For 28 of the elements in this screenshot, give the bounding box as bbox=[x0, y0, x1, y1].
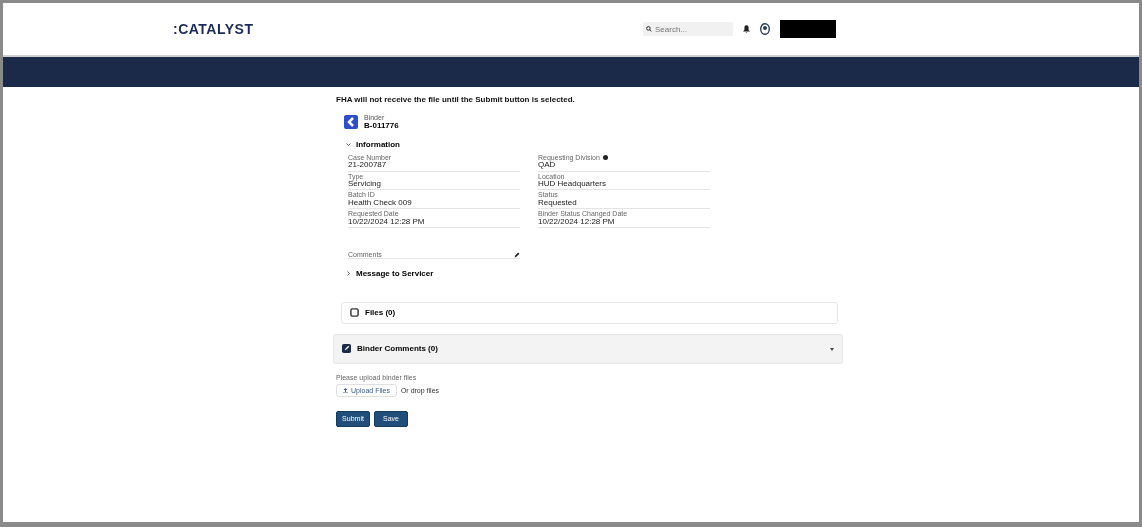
record-title: B-011776 bbox=[364, 121, 399, 130]
card-title: Binder Comments (0) bbox=[357, 344, 438, 354]
chevron-icon[interactable] bbox=[346, 270, 351, 276]
field-value: Health Check 009 bbox=[348, 198, 413, 208]
field-value: 10/22/2024 12:28 PM bbox=[538, 217, 616, 226]
field-value: Servicing bbox=[348, 180, 382, 189]
avatar-icon[interactable] bbox=[760, 23, 770, 35]
section-title: Information bbox=[356, 140, 400, 149]
edit-note-icon bbox=[342, 344, 351, 354]
card-title: Files (0) bbox=[365, 308, 396, 318]
upload-icon bbox=[343, 387, 348, 393]
search-icon bbox=[646, 26, 652, 32]
file-icon bbox=[350, 308, 359, 318]
redaction-box bbox=[780, 20, 836, 38]
field-value: 21-200787 bbox=[348, 161, 388, 170]
section-title: Message to Servicer bbox=[356, 268, 434, 278]
field-value: 10/22/2024 12:28 PM bbox=[348, 217, 426, 226]
dropdown-icon[interactable] bbox=[830, 346, 834, 351]
logo: :CATALYST bbox=[173, 21, 254, 37]
notice-text: FHA will not receive the file until the Submit button is selected. bbox=[336, 95, 576, 104]
binder-icon bbox=[344, 115, 358, 129]
field-value: HUD Headquarters bbox=[538, 180, 608, 189]
bell-icon[interactable] bbox=[743, 25, 750, 33]
chevron-icon[interactable] bbox=[346, 142, 351, 147]
pencil-icon bbox=[514, 251, 520, 258]
field-value: Requested bbox=[538, 198, 578, 208]
field-value: QAD bbox=[538, 161, 556, 170]
search-field[interactable]: Search... bbox=[643, 22, 733, 36]
